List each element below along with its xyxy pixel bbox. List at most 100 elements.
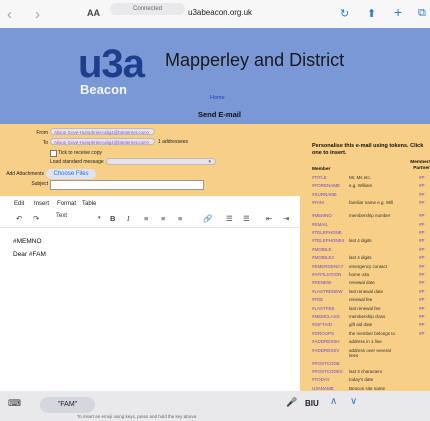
chevron-left-icon[interactable]: ‹ [7,6,12,23]
partner-token[interactable]: #P [419,322,425,327]
menu-edit[interactable]: Edit [14,201,24,207]
tabs-icon[interactable]: ⧉ [418,7,426,20]
partner-token[interactable]: #P [419,289,425,294]
align-center-icon[interactable]: ≡ [161,214,165,223]
token-item[interactable]: #TITLE [312,175,327,180]
partner-token[interactable]: #P [419,230,425,235]
token-item[interactable]: #EMERGENCY [312,264,344,269]
undo-icon[interactable]: ↶ [16,214,22,223]
to-label: To [42,140,48,146]
beacon-logo-text: Beacon [80,82,127,97]
address-bar[interactable]: u3abeacon.org.uk [188,8,252,17]
partner-token[interactable]: #P [419,306,425,311]
connection-status: Connected [110,3,185,15]
partner-token[interactable]: #P [419,222,425,227]
to-field[interactable]: Alison Gove-Humphries<alig4@btinternet.c… [50,138,155,145]
from-field[interactable]: Alison Gove-Humphries<alig4@btinternet.c… [50,128,155,135]
token-description: last renewal fee [349,305,381,311]
copy-checkbox[interactable] [50,150,57,157]
partner-token[interactable]: #P [419,264,425,269]
token-description: today's date [349,377,374,383]
subject-input[interactable] [50,180,204,190]
token-item[interactable]: #POSTCODES [312,369,343,374]
partner-token[interactable]: #P [419,255,425,260]
token-item[interactable]: #POSTCODE [312,361,340,366]
text-style-select[interactable]: Text [56,213,67,219]
partner-token[interactable]: #P [419,314,425,319]
partner-token[interactable]: #P [419,175,425,180]
token-item[interactable]: #AFFILIATION [312,272,341,277]
token-item[interactable]: #RENEW [312,280,331,285]
partner-token[interactable]: #P [419,280,425,285]
token-item[interactable]: #SURNAME [312,192,337,197]
indent-icon[interactable]: ⇥ [283,214,289,223]
menu-format[interactable]: Format [57,201,76,207]
site-title: Mapperley and District [165,50,345,70]
choose-files-button[interactable]: Choose Files [46,169,96,179]
redo-icon[interactable]: ↷ [33,214,39,223]
attachments-label: Add Attachments [6,171,44,177]
token-item[interactable]: #FAM [312,200,324,205]
token-item[interactable]: #MEMNO [312,213,332,218]
partner-token[interactable]: #P [419,183,425,188]
partner-token[interactable]: #P [419,297,425,302]
partner-column-header: Member/ Partner [410,160,430,171]
new-tab-icon[interactable]: + [394,4,402,20]
token-description: last 4 digits [349,255,372,261]
u3a-logo[interactable]: u3a [78,42,145,87]
partner-token[interactable]: #P [419,331,425,336]
message-body-line: #MEMNO [13,238,42,245]
share-icon[interactable]: ⬆ [367,7,376,20]
token-description: last 3 characters [349,369,383,374]
partner-token[interactable]: #P [419,200,425,205]
keyboard-icon[interactable]: ⌨ [8,398,21,409]
reload-icon[interactable]: ↻ [340,7,349,20]
chevron-down-icon[interactable]: ∨ [350,396,357,407]
token-item[interactable]: #GIFTAID [312,322,332,327]
outdent-icon[interactable]: ⇤ [266,214,272,223]
token-item[interactable]: #FORENAME [312,183,340,188]
token-description: renewal date [349,280,375,286]
autocorrect-suggestion[interactable]: "FAM" [40,397,95,413]
token-item[interactable]: #LASTRENEW [312,289,343,294]
partner-token[interactable]: #P [419,247,425,252]
token-item[interactable]: #LASTFEE [312,306,335,311]
token-description: emergency contact [349,263,388,269]
partner-token[interactable]: #P [419,213,425,218]
align-left-icon[interactable]: ≡ [144,214,148,223]
numbered-list-icon[interactable]: ☰ [243,214,250,223]
token-description: Mr, Ms etc. [349,175,372,180]
bullet-list-icon[interactable]: ☰ [226,214,233,223]
token-item[interactable]: #MEMCLASS [312,314,340,319]
token-item[interactable]: #TELEPHONE4 [312,238,344,243]
partner-token[interactable]: #P [419,238,425,243]
partner-token[interactable]: #P [419,192,425,197]
token-item[interactable]: #ADDRESSH [312,339,340,344]
token-item[interactable]: #TELEPHONE [312,230,342,235]
token-item[interactable]: #MOBILE4 [312,255,334,260]
chevron-right-icon[interactable]: › [35,6,40,23]
bold-icon[interactable]: B [110,214,115,223]
token-item[interactable]: #EMAIL [312,222,328,227]
microphone-icon[interactable]: 🎤 [286,397,297,408]
token-item[interactable]: #FEE [312,297,323,302]
token-item[interactable]: #GROUPS [312,331,334,336]
chevron-up-icon[interactable]: ∧ [330,396,337,407]
standard-message-select[interactable]: ▾ [106,158,216,165]
message-editor[interactable] [0,196,301,391]
format-button[interactable]: BIU [305,399,319,408]
align-right-icon[interactable]: ≡ [178,214,182,223]
home-link[interactable]: Home [210,95,225,101]
partner-token[interactable]: #P [419,272,425,277]
text-size-button[interactable]: AA [87,8,100,18]
token-item[interactable]: #TODAY [312,377,330,382]
link-icon[interactable]: 🔗 [203,214,212,223]
menu-table[interactable]: Table [82,201,96,207]
token-description: e.g. William [349,183,373,189]
menu-insert[interactable]: Insert [34,201,49,207]
italic-icon[interactable]: I [127,214,130,223]
token-item[interactable]: #ADDRESSV [312,348,339,353]
token-instructions: Personalise this e-mail using tokens. Cl… [312,143,424,156]
token-item[interactable]: #MOBILE [312,247,332,252]
token-description: address over several lines [349,347,391,358]
